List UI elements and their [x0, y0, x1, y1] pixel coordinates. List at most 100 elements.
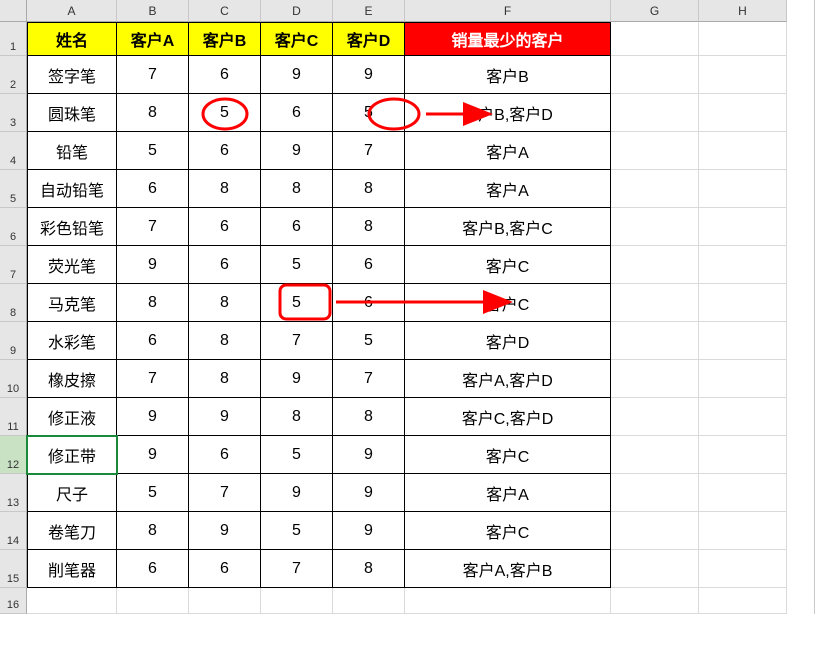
cell-C14[interactable]: 9	[189, 512, 261, 550]
cell-D14[interactable]: 5	[261, 512, 333, 550]
col-head-E[interactable]: E	[333, 0, 405, 22]
cell-F12[interactable]: 客户C	[405, 436, 611, 474]
cell-D8[interactable]: 5	[261, 284, 333, 322]
cell-E11[interactable]: 8	[333, 398, 405, 436]
cell-G4[interactable]	[611, 132, 699, 170]
row-head-4[interactable]: 4	[0, 132, 27, 170]
cell-G13[interactable]	[611, 474, 699, 512]
col-head-B[interactable]: B	[117, 0, 189, 22]
row-head-12[interactable]: 12	[0, 436, 27, 474]
cell-H2[interactable]	[699, 56, 787, 94]
cell-E16[interactable]	[333, 588, 405, 614]
cell-A11[interactable]: 修正液	[27, 398, 117, 436]
cell-H14[interactable]	[699, 512, 787, 550]
cell-B11[interactable]: 9	[117, 398, 189, 436]
cell-E4[interactable]: 7	[333, 132, 405, 170]
cell-G11[interactable]	[611, 398, 699, 436]
cell-E6[interactable]: 8	[333, 208, 405, 246]
row-head-9[interactable]: 9	[0, 322, 27, 360]
cell-D4[interactable]: 9	[261, 132, 333, 170]
cell-D10[interactable]: 9	[261, 360, 333, 398]
cell-C7[interactable]: 6	[189, 246, 261, 284]
row-head-6[interactable]: 6	[0, 208, 27, 246]
row-head-14[interactable]: 14	[0, 512, 27, 550]
cell-E1[interactable]: 客户D	[333, 22, 405, 56]
cell-B16[interactable]	[117, 588, 189, 614]
cell-C8[interactable]: 8	[189, 284, 261, 322]
cell-G8[interactable]	[611, 284, 699, 322]
cell-B9[interactable]: 6	[117, 322, 189, 360]
cell-H3[interactable]	[699, 94, 787, 132]
cell-G6[interactable]	[611, 208, 699, 246]
cell-A2[interactable]: 签字笔	[27, 56, 117, 94]
cell-E7[interactable]: 6	[333, 246, 405, 284]
cell-E15[interactable]: 8	[333, 550, 405, 588]
cell-C2[interactable]: 6	[189, 56, 261, 94]
cell-F16[interactable]	[405, 588, 611, 614]
cell-H6[interactable]	[699, 208, 787, 246]
row-head-13[interactable]: 13	[0, 474, 27, 512]
cell-D5[interactable]: 8	[261, 170, 333, 208]
cell-A9[interactable]: 水彩笔	[27, 322, 117, 360]
col-head-G[interactable]: G	[611, 0, 699, 22]
cell-H7[interactable]	[699, 246, 787, 284]
cell-F9[interactable]: 客户D	[405, 322, 611, 360]
cell-B12[interactable]: 9	[117, 436, 189, 474]
cell-H11[interactable]	[699, 398, 787, 436]
cell-A12[interactable]: 修正带	[27, 436, 117, 474]
cell-G9[interactable]	[611, 322, 699, 360]
cell-F8[interactable]: 客户C	[405, 284, 611, 322]
cell-F11[interactable]: 客户C,客户D	[405, 398, 611, 436]
cell-D9[interactable]: 7	[261, 322, 333, 360]
cell-A10[interactable]: 橡皮擦	[27, 360, 117, 398]
cell-B4[interactable]: 5	[117, 132, 189, 170]
cell-B3[interactable]: 8	[117, 94, 189, 132]
row-head-1[interactable]: 1	[0, 22, 27, 56]
cell-C5[interactable]: 8	[189, 170, 261, 208]
spreadsheet-grid[interactable]: A B C D E F G H 1 姓名 客户A 客户B 客户C 客户D 销量最…	[0, 0, 815, 614]
cell-A6[interactable]: 彩色铅笔	[27, 208, 117, 246]
cell-G3[interactable]	[611, 94, 699, 132]
cell-C1[interactable]: 客户B	[189, 22, 261, 56]
cell-B13[interactable]: 5	[117, 474, 189, 512]
col-head-F[interactable]: F	[405, 0, 611, 22]
cell-A15[interactable]: 削笔器	[27, 550, 117, 588]
row-head-3[interactable]: 3	[0, 94, 27, 132]
cell-C15[interactable]: 6	[189, 550, 261, 588]
cell-B8[interactable]: 8	[117, 284, 189, 322]
cell-B10[interactable]: 7	[117, 360, 189, 398]
cell-G5[interactable]	[611, 170, 699, 208]
cell-D15[interactable]: 7	[261, 550, 333, 588]
cell-A1[interactable]: 姓名	[27, 22, 117, 56]
cell-F6[interactable]: 客户B,客户C	[405, 208, 611, 246]
cell-H12[interactable]	[699, 436, 787, 474]
col-head-D[interactable]: D	[261, 0, 333, 22]
cell-C3[interactable]: 5	[189, 94, 261, 132]
cell-C4[interactable]: 6	[189, 132, 261, 170]
row-head-5[interactable]: 5	[0, 170, 27, 208]
cell-C9[interactable]: 8	[189, 322, 261, 360]
cell-A14[interactable]: 卷笔刀	[27, 512, 117, 550]
cell-E10[interactable]: 7	[333, 360, 405, 398]
cell-C6[interactable]: 6	[189, 208, 261, 246]
cell-F3[interactable]: 客户B,客户D	[405, 94, 611, 132]
cell-D11[interactable]: 8	[261, 398, 333, 436]
cell-D12[interactable]: 5	[261, 436, 333, 474]
cell-D7[interactable]: 5	[261, 246, 333, 284]
cell-D16[interactable]	[261, 588, 333, 614]
cell-F10[interactable]: 客户A,客户D	[405, 360, 611, 398]
cell-E5[interactable]: 8	[333, 170, 405, 208]
cell-D2[interactable]: 9	[261, 56, 333, 94]
cell-A13[interactable]: 尺子	[27, 474, 117, 512]
cell-G1[interactable]	[611, 22, 699, 56]
cell-C12[interactable]: 6	[189, 436, 261, 474]
cell-D1[interactable]: 客户C	[261, 22, 333, 56]
cell-E2[interactable]: 9	[333, 56, 405, 94]
cell-E12[interactable]: 9	[333, 436, 405, 474]
cell-A8[interactable]: 马克笔	[27, 284, 117, 322]
col-head-C[interactable]: C	[189, 0, 261, 22]
cell-F14[interactable]: 客户C	[405, 512, 611, 550]
cell-G14[interactable]	[611, 512, 699, 550]
cell-E13[interactable]: 9	[333, 474, 405, 512]
cell-G10[interactable]	[611, 360, 699, 398]
